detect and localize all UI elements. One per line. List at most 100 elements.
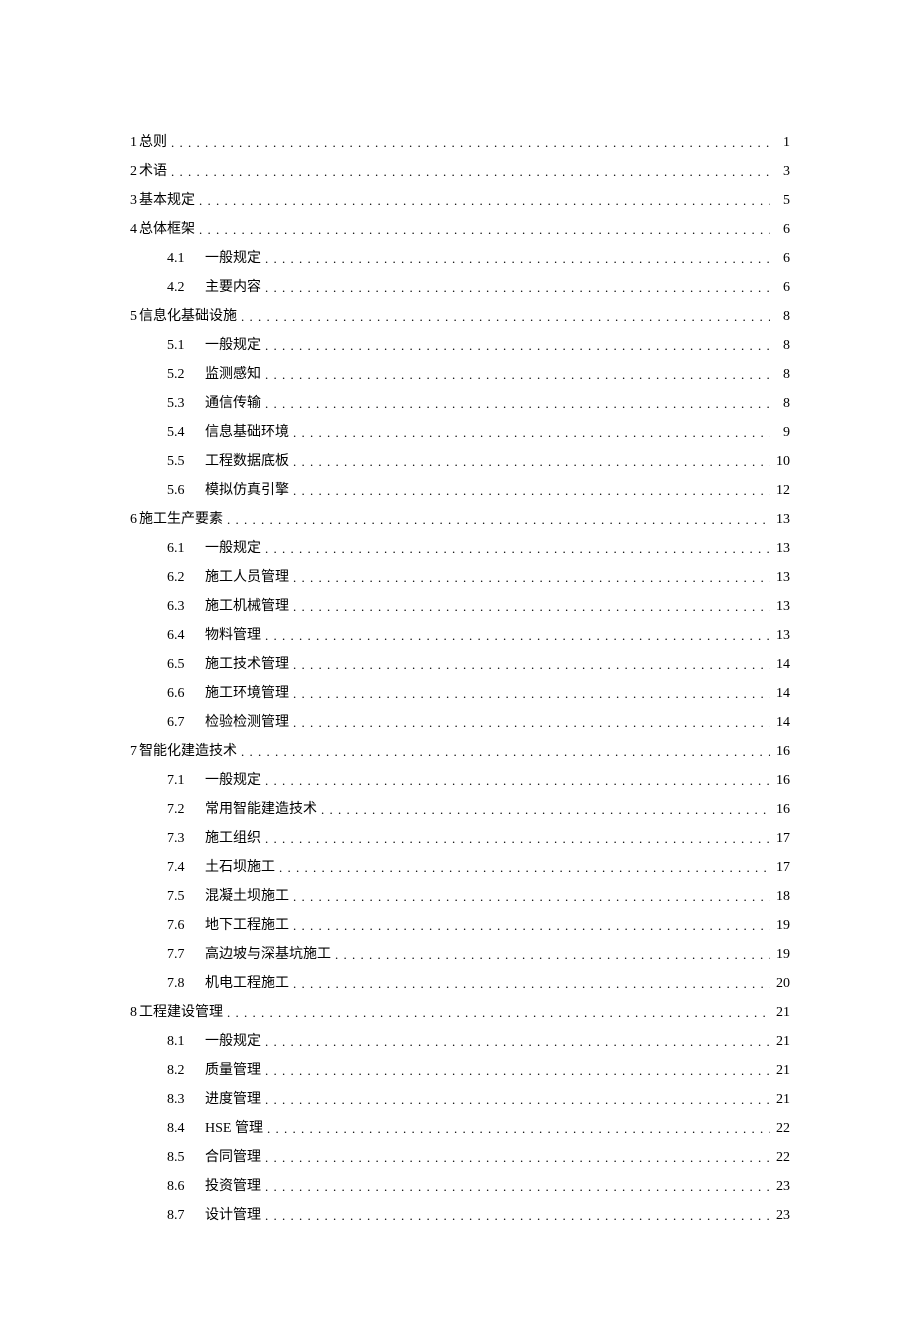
toc-page-number: 21 <box>772 1064 790 1078</box>
toc-title: 模拟仿真引擎 <box>205 484 289 498</box>
toc-row: 5.3通信传输 8 <box>130 396 790 411</box>
toc-title: 施工生产要素 <box>139 513 223 527</box>
toc-title: 通信传输 <box>205 397 261 411</box>
toc-page-number: 19 <box>772 919 790 933</box>
toc-number: 7.7 <box>167 948 205 962</box>
toc-page-number: 13 <box>772 571 790 585</box>
toc-title: 土石坝施工 <box>205 861 275 875</box>
toc-title: 地下工程施工 <box>205 919 289 933</box>
toc-number: 8.2 <box>167 1064 205 1078</box>
toc-number: 7.6 <box>167 919 205 933</box>
toc-title: 总则 <box>139 136 167 150</box>
toc-page-number: 18 <box>772 890 790 904</box>
toc-title: 基本规定 <box>139 194 195 208</box>
toc-row: 8.3进度管理 21 <box>130 1092 790 1107</box>
toc-number: 6.4 <box>167 629 205 643</box>
toc-title: 一般规定 <box>205 339 261 353</box>
toc-title: 施工组织 <box>205 832 261 846</box>
toc-leader <box>265 774 770 787</box>
toc-title: 一般规定 <box>205 542 261 556</box>
toc-leader <box>265 1209 770 1222</box>
toc-row: 4.2主要内容6 <box>130 280 790 295</box>
toc-row: 5.6模拟仿真引擎12 <box>130 483 790 498</box>
toc-number: 5.3 <box>167 397 205 411</box>
toc-number: 6.3 <box>167 600 205 614</box>
toc-leader <box>265 1093 770 1106</box>
toc-page-number: 16 <box>772 774 790 788</box>
toc-number: 5.4 <box>167 426 205 440</box>
toc-leader <box>267 1122 770 1135</box>
toc-leader <box>265 368 770 381</box>
toc-page-number: 21 <box>772 1035 790 1049</box>
toc-page-number: 16 <box>772 803 790 817</box>
toc-leader <box>265 281 770 294</box>
toc-number: 6.1 <box>167 542 205 556</box>
toc-number: 6.2 <box>167 571 205 585</box>
toc-number: 7.3 <box>167 832 205 846</box>
toc-title: 信息基础环境 <box>205 426 289 440</box>
toc-row: 2术语3 <box>130 164 790 179</box>
toc-title: 一般规定 <box>205 1035 261 1049</box>
toc-row: 4.1一般规定6 <box>130 251 790 266</box>
toc-number: 8.5 <box>167 1151 205 1165</box>
toc-page-number: 22 <box>772 1122 790 1136</box>
toc-number: 5 <box>130 310 137 324</box>
toc-row: 8.5合同管理22 <box>130 1150 790 1165</box>
toc-title: 设计管理 <box>205 1209 261 1223</box>
toc-row: 6.6施工环境管理14 <box>130 686 790 701</box>
toc-number: 8.3 <box>167 1093 205 1107</box>
toc-row: 5信息化基础设施8 <box>130 309 790 324</box>
toc-leader <box>171 136 770 149</box>
toc-row: 7.8机电工程施工20 <box>130 976 790 991</box>
toc-number: 8.4 <box>167 1122 205 1136</box>
toc-leader <box>293 571 770 584</box>
toc-row: 7.6地下工程施工 19 <box>130 918 790 933</box>
toc-page-number: 21 <box>772 1093 790 1107</box>
toc-number: 7 <box>130 745 137 759</box>
toc-page-number: 1 <box>772 136 790 150</box>
toc-leader <box>265 1151 770 1164</box>
toc-list: 1总则12术语33基本规定54总体框架64.1一般规定64.2主要内容65信息化… <box>130 135 790 1223</box>
toc-leader <box>227 1006 770 1019</box>
toc-title: 工程数据底板 <box>205 455 289 469</box>
toc-title: 进度管理 <box>205 1093 261 1107</box>
toc-title: 总体框架 <box>139 223 195 237</box>
toc-page-number: 13 <box>772 513 790 527</box>
toc-row: 4总体框架6 <box>130 222 790 237</box>
toc-page-number: 8 <box>772 397 790 411</box>
toc-leader <box>199 223 770 236</box>
toc-row: 7.5混凝土坝施工18 <box>130 889 790 904</box>
toc-leader <box>293 658 770 671</box>
toc-number: 2 <box>130 165 137 179</box>
toc-title: HSE 管理 <box>205 1122 263 1136</box>
toc-page-number: 17 <box>772 832 790 846</box>
toc-page-number: 23 <box>772 1180 790 1194</box>
toc-row: 7.2常用智能建造技术16 <box>130 802 790 817</box>
toc-number: 4.2 <box>167 281 205 295</box>
toc-row: 7.1一般规定16 <box>130 773 790 788</box>
toc-row: 5.1一般规定8 <box>130 338 790 353</box>
toc-row: 6.3施工机械管理13 <box>130 599 790 614</box>
toc-title: 施工环境管理 <box>205 687 289 701</box>
toc-page-number: 8 <box>772 368 790 382</box>
toc-page-number: 13 <box>772 542 790 556</box>
toc-page-number: 6 <box>772 223 790 237</box>
toc-page-number: 19 <box>772 948 790 962</box>
toc-page-number: 21 <box>772 1006 790 1020</box>
toc-row: 8.6投资管理23 <box>130 1179 790 1194</box>
toc-leader <box>293 687 770 700</box>
toc-row: 6.5施工技术管理14 <box>130 657 790 672</box>
toc-leader <box>279 861 770 874</box>
toc-leader <box>265 339 770 352</box>
toc-title: 常用智能建造技术 <box>205 803 317 817</box>
toc-page-number: 13 <box>772 629 790 643</box>
toc-title: 智能化建造技术 <box>139 745 237 759</box>
toc-title: 合同管理 <box>205 1151 261 1165</box>
toc-row: 5.5工程数据底板10 <box>130 454 790 469</box>
toc-page-number: 8 <box>772 310 790 324</box>
toc-page-number: 14 <box>772 658 790 672</box>
toc-page-number: 16 <box>772 745 790 759</box>
toc-row: 6.2施工人员管理13 <box>130 570 790 585</box>
toc-number: 5.2 <box>167 368 205 382</box>
toc-row: 8.1一般规定21 <box>130 1034 790 1049</box>
